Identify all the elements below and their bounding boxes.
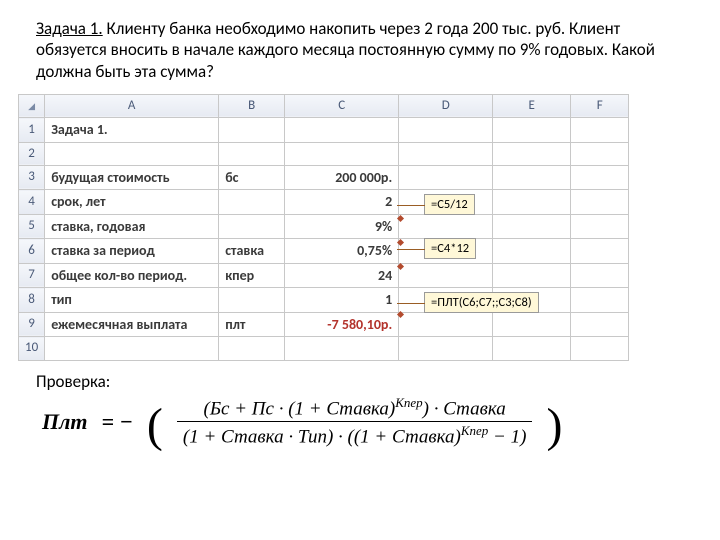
cell-e[interactable] (493, 312, 571, 337)
cell-b[interactable] (219, 142, 285, 165)
cell-f[interactable] (571, 239, 629, 264)
select-all-corner[interactable]: ◢ (19, 94, 45, 117)
cell-f[interactable] (571, 118, 629, 143)
cell-c[interactable]: 2 (285, 190, 399, 215)
row-header[interactable]: 10 (19, 337, 45, 360)
paren-right: ) (546, 409, 562, 443)
cell-a[interactable] (45, 337, 219, 360)
cell-f[interactable] (571, 263, 629, 288)
row-header[interactable]: 6 (19, 239, 45, 264)
cell-f[interactable] (571, 214, 629, 239)
verify-formula: Плт = − ( (Бс + Пс · (1 + Ставка)Кпер) ·… (0, 392, 720, 448)
problem-statement: Задача 1. Клиенту банка необходимо накоп… (0, 0, 720, 90)
cell-d[interactable] (399, 142, 493, 165)
excel-fragment: ◢ A B C D E F 1Задача 1.23будущая стоимо… (18, 94, 698, 361)
col-header-F[interactable]: F (571, 94, 629, 117)
cell-d[interactable] (399, 312, 493, 337)
cell-f[interactable] (571, 142, 629, 165)
cell-c[interactable]: 9% (285, 214, 399, 239)
cell-f[interactable] (571, 165, 629, 190)
cell-e[interactable] (493, 337, 571, 360)
cell-f[interactable] (571, 288, 629, 313)
row-header[interactable]: 5 (19, 214, 45, 239)
row-header[interactable]: 8 (19, 288, 45, 313)
cell-a[interactable]: ставка, годовая (45, 214, 219, 239)
cell-a[interactable]: общее кол-во период. (45, 263, 219, 288)
cell-a[interactable]: Задача 1. (45, 118, 219, 143)
cell-e[interactable] (493, 190, 571, 215)
row-header[interactable]: 9 (19, 312, 45, 337)
cell-c[interactable]: 0,75% (285, 239, 399, 264)
paren-left: ( (147, 409, 163, 443)
cell-f[interactable] (571, 312, 629, 337)
verify-label: Проверка: (0, 361, 720, 392)
cell-e[interactable] (493, 165, 571, 190)
cell-a[interactable]: срок, лет (45, 190, 219, 215)
row-header[interactable]: 3 (19, 165, 45, 190)
cell-b[interactable] (219, 118, 285, 143)
problem-title: Задача 1. (36, 18, 103, 39)
cell-c[interactable] (285, 142, 399, 165)
row-header[interactable]: 7 (19, 263, 45, 288)
cell-e[interactable] (493, 118, 571, 143)
cell-b[interactable]: бс (219, 165, 285, 190)
cell-a[interactable]: ставка за период (45, 239, 219, 264)
cell-a[interactable]: тип (45, 288, 219, 313)
worksheet-grid: ◢ A B C D E F 1Задача 1.23будущая стоимо… (18, 94, 629, 361)
cell-d[interactable] (399, 337, 493, 360)
cell-b[interactable] (219, 337, 285, 360)
col-header-E[interactable]: E (493, 94, 571, 117)
cell-c[interactable] (285, 118, 399, 143)
cell-d[interactable] (399, 165, 493, 190)
row-header[interactable]: 4 (19, 190, 45, 215)
cell-e[interactable] (493, 263, 571, 288)
row-header[interactable]: 2 (19, 142, 45, 165)
cell-a[interactable]: будущая стоимость (45, 165, 219, 190)
cell-b[interactable]: плт (219, 312, 285, 337)
cell-d[interactable] (399, 263, 493, 288)
cell-e[interactable] (493, 214, 571, 239)
cell-b[interactable] (219, 190, 285, 215)
col-header-B[interactable]: B (219, 94, 285, 117)
row-header[interactable]: 1 (19, 118, 45, 143)
cell-c[interactable]: -7 580,10р. (285, 312, 399, 337)
cell-c[interactable]: 24 (285, 263, 399, 288)
col-header-A[interactable]: A (45, 94, 219, 117)
cell-f[interactable] (571, 337, 629, 360)
cell-e[interactable] (493, 239, 571, 264)
problem-text: Клиенту банка необходимо накопить через … (36, 18, 655, 82)
cell-d[interactable] (399, 214, 493, 239)
formula-fraction: (Бс + Пс · (1 + Ставка)Кпер) · Ставка (1… (177, 396, 533, 448)
cell-b[interactable] (219, 214, 285, 239)
cell-a[interactable] (45, 142, 219, 165)
cell-b[interactable]: кпер (219, 263, 285, 288)
cell-b[interactable]: ставка (219, 239, 285, 264)
cell-c[interactable]: 200 000р. (285, 165, 399, 190)
cell-e[interactable] (493, 142, 571, 165)
cell-d[interactable] (399, 118, 493, 143)
equals-sign: = − (102, 408, 133, 436)
col-header-C[interactable]: C (285, 94, 399, 117)
formula-callout-c6: =C5/12 (424, 194, 475, 216)
cell-a[interactable]: ежемесячная выплата (45, 312, 219, 337)
cell-f[interactable] (571, 190, 629, 215)
cell-b[interactable] (219, 288, 285, 313)
formula-callout-c7: =C4*12 (424, 238, 476, 260)
formula-lhs: Плт (42, 408, 88, 436)
formula-callout-c9: =ПЛТ(C6;C7;;C3;C8) (424, 292, 539, 314)
cell-c[interactable]: 1 (285, 288, 399, 313)
col-header-D[interactable]: D (399, 94, 493, 117)
cell-c[interactable] (285, 337, 399, 360)
